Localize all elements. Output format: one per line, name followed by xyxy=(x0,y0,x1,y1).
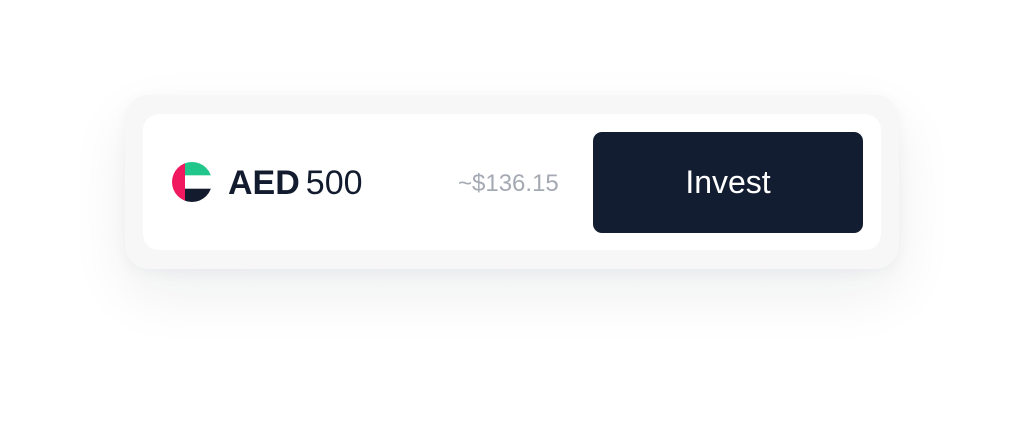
investment-amount: AED 500 xyxy=(228,160,363,206)
uae-flag-icon xyxy=(172,162,212,202)
currency-code: AED xyxy=(228,164,300,202)
usd-conversion: ~$136.15 xyxy=(458,170,559,197)
invest-button[interactable]: Invest xyxy=(593,132,863,233)
amount-value: 500 xyxy=(305,164,363,202)
